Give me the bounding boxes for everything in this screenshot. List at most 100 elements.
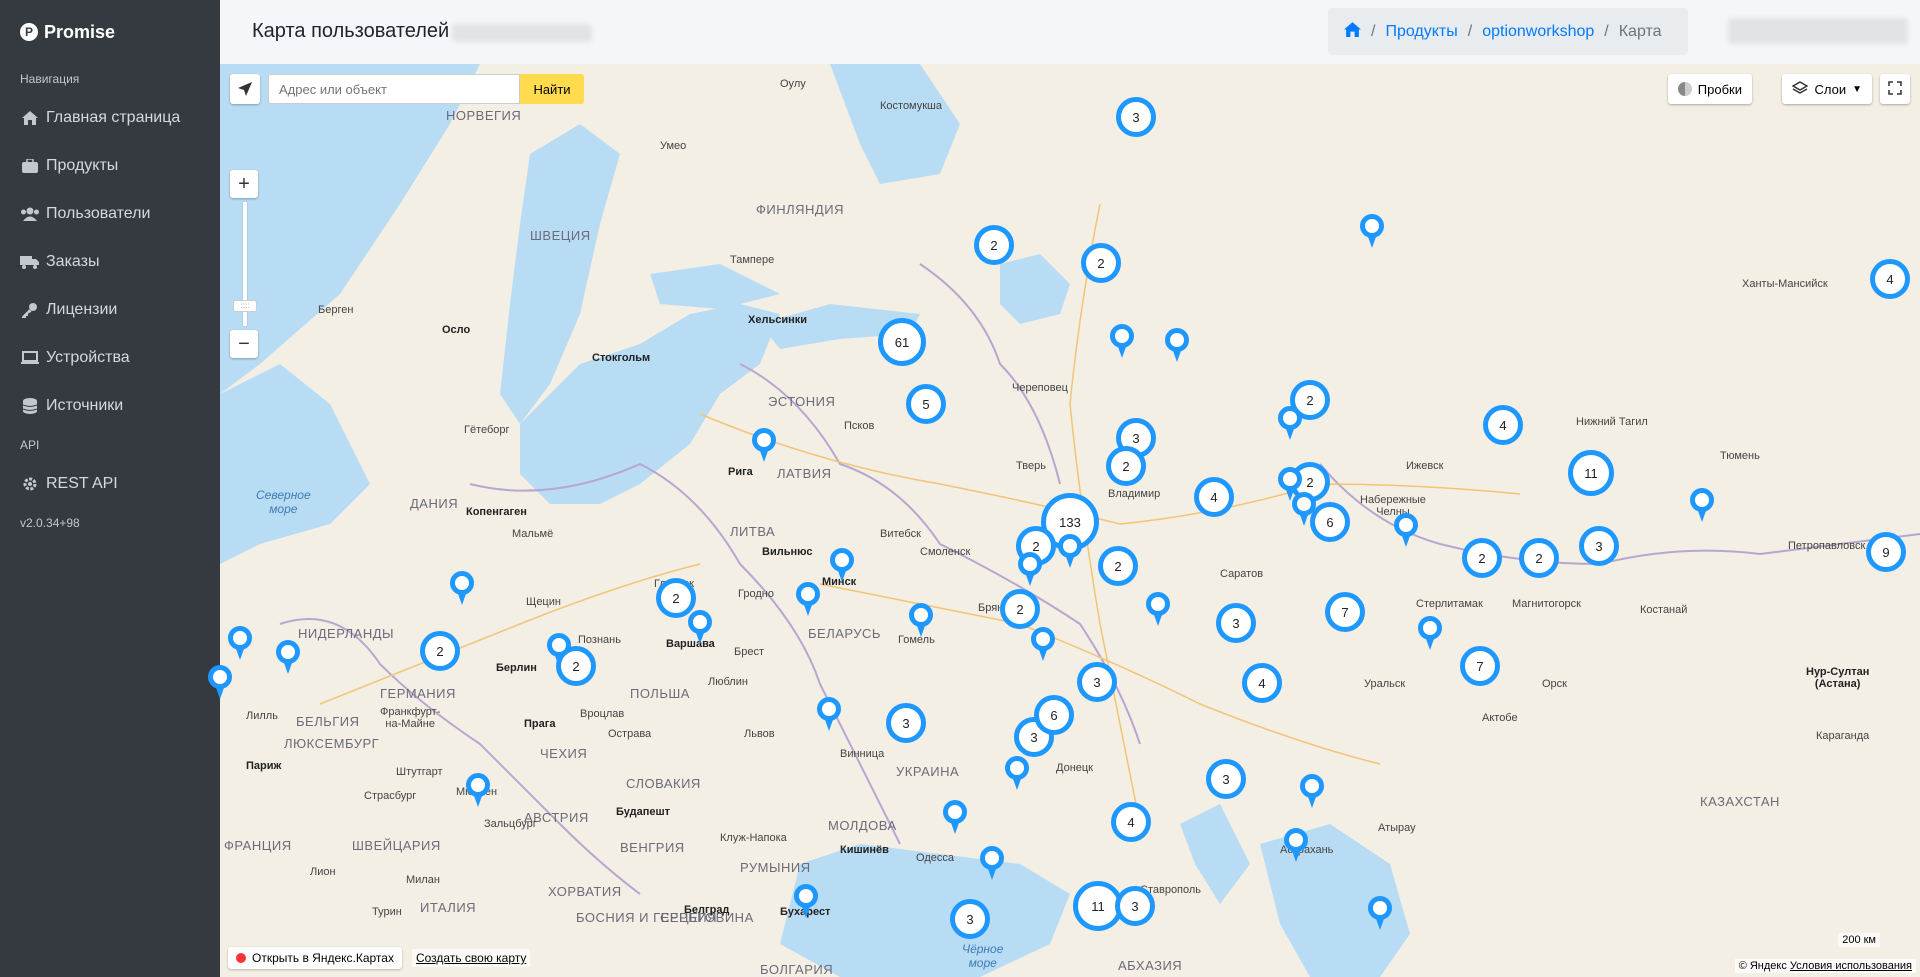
map-label: Будапешт [616, 806, 671, 818]
user-location-pin[interactable] [980, 846, 1004, 880]
user-cluster-marker[interactable]: 2 [1098, 546, 1138, 586]
user-location-pin[interactable] [466, 773, 490, 807]
user-location-pin[interactable] [817, 697, 841, 731]
user-location-pin[interactable] [909, 603, 933, 637]
user-location-pin[interactable] [1058, 534, 1082, 568]
sidebar-item-users[interactable]: Пользователи [0, 190, 220, 238]
fullscreen-button[interactable] [1880, 74, 1910, 104]
user-cluster-marker[interactable]: 3 [886, 703, 926, 743]
user-cluster-marker[interactable]: 4 [1194, 477, 1234, 517]
map-label: Актобе [1482, 712, 1518, 724]
zoom-out-button[interactable]: − [230, 330, 258, 358]
create-map-link[interactable]: Создать свою карту [411, 949, 531, 967]
user-cluster-marker[interactable]: 11 [1568, 450, 1614, 496]
user-cluster-marker[interactable]: 2 [1081, 243, 1121, 283]
user-cluster-marker[interactable]: 2 [974, 225, 1014, 265]
sidebar-item-devices[interactable]: Устройства [0, 334, 220, 382]
zoom-in-button[interactable]: + [230, 170, 258, 198]
user-location-pin[interactable] [1146, 592, 1170, 626]
user-location-pin[interactable] [830, 548, 854, 582]
pin-head [1418, 616, 1442, 640]
layers-button[interactable]: Слои ▼ [1782, 74, 1872, 104]
geolocation-button[interactable] [230, 74, 260, 104]
user-cluster-marker[interactable]: 9 [1866, 532, 1906, 572]
user-cluster-marker[interactable]: 3 [1206, 759, 1246, 799]
user-cluster-marker[interactable]: 2 [1462, 538, 1502, 578]
blurred-user-menu[interactable] [1728, 18, 1908, 44]
user-cluster-marker[interactable]: 2 [1106, 446, 1146, 486]
key-icon [20, 302, 40, 318]
pin-head [1690, 488, 1714, 512]
user-cluster-marker[interactable]: 3 [1579, 526, 1619, 566]
user-cluster-marker[interactable]: 5 [906, 384, 946, 424]
map-label: ДАНИЯ [410, 496, 459, 511]
user-location-pin[interactable] [450, 571, 474, 605]
map-label: Берген [318, 304, 354, 316]
sidebar-item-orders[interactable]: Заказы [0, 238, 220, 286]
user-location-pin[interactable] [1165, 328, 1189, 362]
user-cluster-marker[interactable]: 6 [1034, 695, 1074, 735]
user-location-pin[interactable] [943, 800, 967, 834]
user-cluster-marker[interactable]: 7 [1460, 646, 1500, 686]
find-button[interactable]: Найти [520, 74, 584, 104]
breadcrumb-products-link[interactable]: Продукты [1385, 23, 1457, 41]
user-cluster-marker[interactable]: 3 [1116, 97, 1156, 137]
user-cluster-marker[interactable]: 3 [1115, 886, 1155, 926]
user-cluster-marker[interactable]: 2 [420, 631, 460, 671]
sidebar-item-home[interactable]: Главная страница [0, 94, 220, 142]
user-location-pin[interactable] [1418, 616, 1442, 650]
page-title: Карта пользователей [252, 20, 450, 42]
map-label: Турин [372, 906, 402, 918]
user-cluster-marker[interactable]: 4 [1111, 802, 1151, 842]
user-cluster-marker[interactable]: 4 [1870, 259, 1910, 299]
sidebar-item-licenses[interactable]: Лицензии [0, 286, 220, 334]
home-icon[interactable] [1344, 21, 1361, 42]
sidebar-item-rest-api[interactable]: REST API [0, 460, 220, 508]
user-location-pin[interactable] [1690, 488, 1714, 522]
user-cluster-marker[interactable]: 4 [1483, 405, 1523, 445]
open-in-yandex-maps-button[interactable]: Открыть в Яндекс.Картах [228, 947, 402, 969]
user-location-pin[interactable] [1368, 896, 1392, 930]
user-location-pin[interactable] [796, 582, 820, 616]
user-location-pin[interactable] [1278, 467, 1302, 501]
user-cluster-marker[interactable]: 3 [950, 899, 990, 939]
user-cluster-marker[interactable]: 3 [1077, 662, 1117, 702]
user-location-pin[interactable] [1394, 513, 1418, 547]
map-label: Страсбург [364, 790, 417, 802]
traffic-button[interactable]: Пробки [1667, 74, 1752, 104]
user-location-pin[interactable] [1018, 552, 1042, 586]
user-cluster-marker[interactable]: 6 [1310, 502, 1350, 542]
user-location-pin[interactable] [1360, 214, 1384, 248]
user-cluster-marker[interactable]: 3 [1216, 603, 1256, 643]
user-cluster-marker[interactable]: 7 [1325, 592, 1365, 632]
sidebar-item-products[interactable]: Продукты [0, 142, 220, 190]
user-location-pin[interactable] [688, 610, 712, 644]
user-cluster-marker[interactable]: 4 [1242, 663, 1282, 703]
user-location-pin[interactable] [1300, 774, 1324, 808]
user-location-pin[interactable] [208, 665, 232, 699]
user-location-pin[interactable] [1278, 406, 1302, 440]
user-cluster-marker[interactable]: 61 [878, 318, 926, 366]
user-location-pin[interactable] [752, 428, 776, 462]
brand[interactable]: P Promise [0, 0, 220, 64]
user-cluster-marker[interactable]: 2 [1000, 589, 1040, 629]
user-location-pin[interactable] [276, 640, 300, 674]
breadcrumb-separator: / [1604, 22, 1609, 40]
user-location-pin[interactable] [794, 884, 818, 918]
breadcrumb-product-link[interactable]: optionworkshop [1482, 23, 1594, 41]
pin-head [1165, 328, 1189, 352]
zoom-slider-handle[interactable]: :::: [233, 300, 257, 312]
address-search-input[interactable] [268, 74, 520, 104]
sidebar-item-sources[interactable]: Источники [0, 382, 220, 430]
pin-head [1278, 467, 1302, 491]
user-cluster-marker[interactable]: 2 [1519, 538, 1559, 578]
user-location-pin[interactable] [1284, 828, 1308, 862]
user-location-pin[interactable] [1031, 627, 1055, 661]
user-location-pin[interactable] [1005, 756, 1029, 790]
zoom-slider[interactable]: :::: [233, 202, 257, 326]
user-location-pin[interactable] [1110, 324, 1134, 358]
map-label: Витебск [880, 528, 921, 540]
user-location-pin[interactable] [547, 633, 571, 667]
user-location-pin[interactable] [228, 626, 252, 660]
sidebar-item-label: Заказы [46, 253, 100, 270]
